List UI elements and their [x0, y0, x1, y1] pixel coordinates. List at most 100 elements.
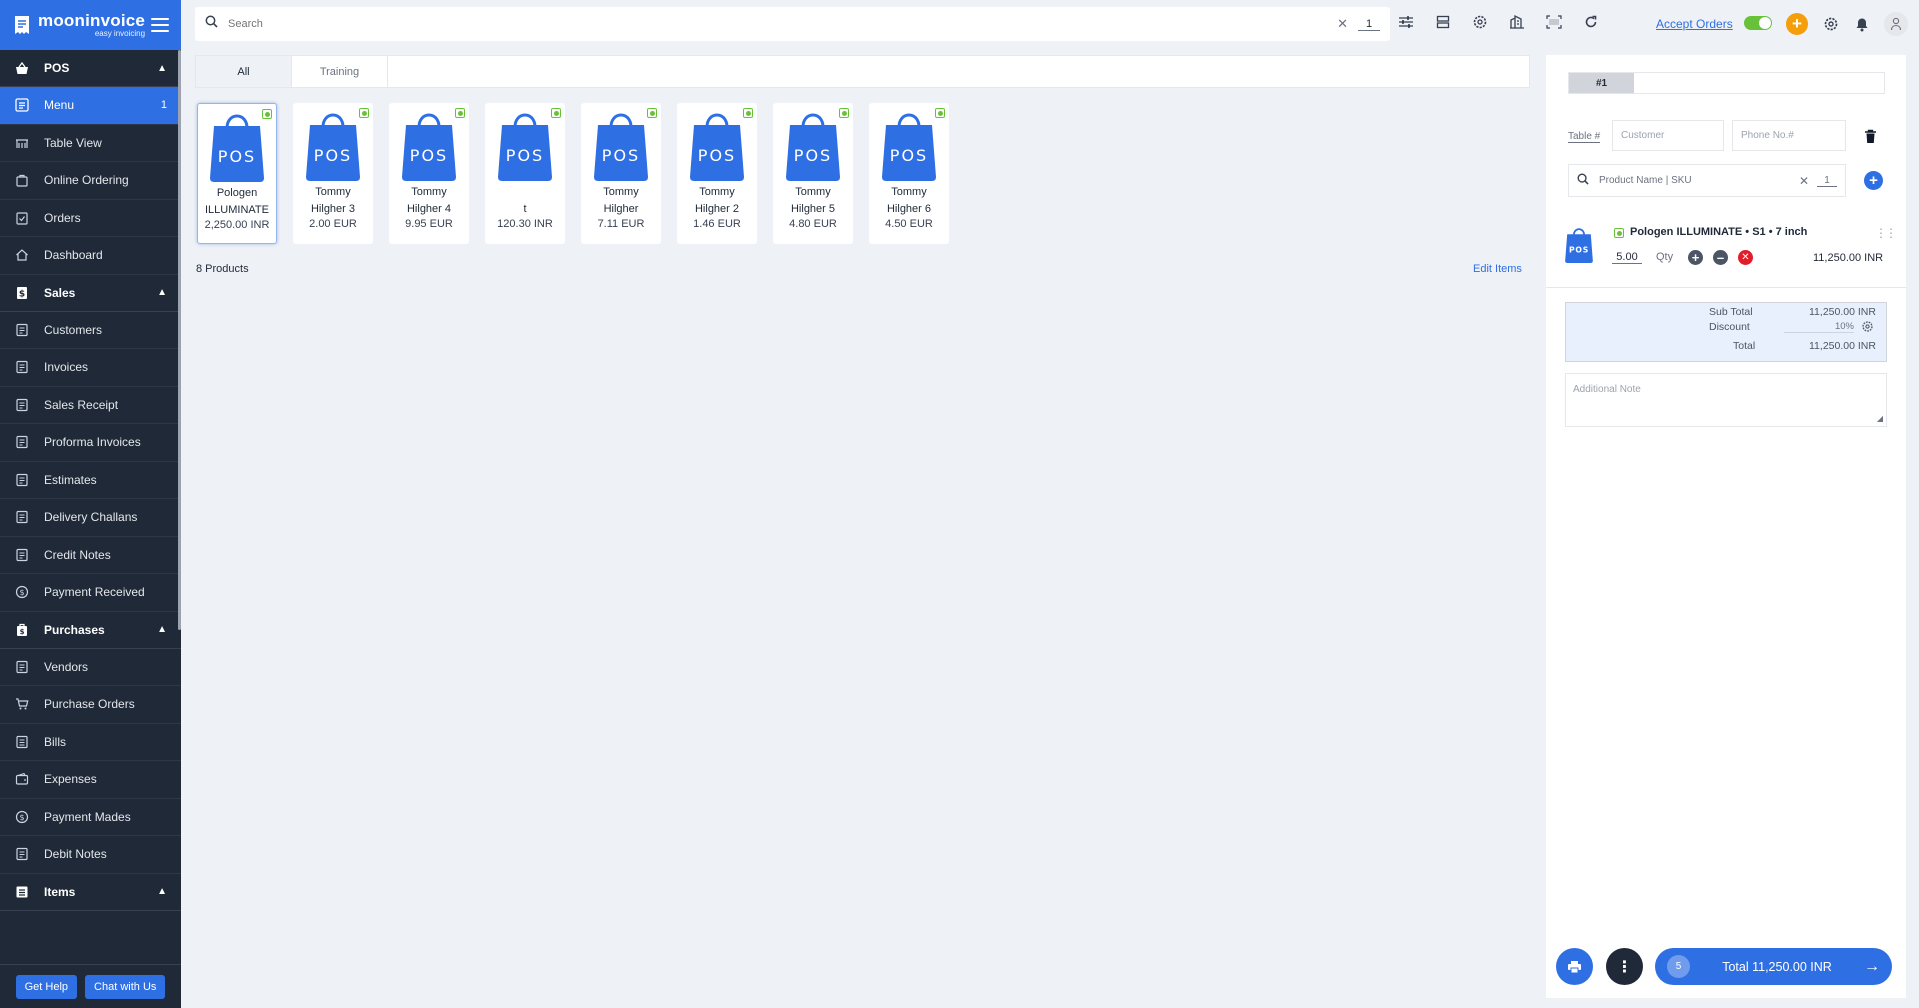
sidebar-item-sales-receipt[interactable]: Sales Receipt [0, 387, 181, 424]
search-qty-field[interactable]: 1 [1358, 18, 1380, 31]
product-search-field: Product Name | SKU ✕ 1 [1568, 164, 1846, 197]
sidebar: mooninvoice easy invoicing POS ▲ Menu 1 … [0, 0, 181, 1008]
nav-section-items[interactable]: Items ▲ [0, 874, 181, 911]
clear-search-icon[interactable]: ✕ [1337, 16, 1348, 32]
menu-icon [14, 97, 30, 113]
order-number-tab[interactable]: #1 [1569, 73, 1634, 93]
checkout-total-button[interactable]: 5 Total 11,250.00 INR → [1655, 948, 1892, 985]
product-name-line2: Hilgher 3 [310, 203, 356, 215]
product-name-line1: Tommy [315, 186, 351, 198]
bell-icon[interactable] [1852, 14, 1872, 34]
order-number-tabs: #1 [1568, 72, 1885, 94]
search-input[interactable] [228, 18, 1338, 30]
phone-field[interactable]: Phone No.# [1732, 120, 1846, 151]
app-logo[interactable]: mooninvoice easy invoicing [0, 0, 181, 50]
invoices-icon [14, 359, 30, 375]
nav-section-sales[interactable]: $ Sales ▲ [0, 275, 181, 312]
accept-orders-link[interactable]: Accept Orders [1656, 17, 1733, 31]
online-ordering-icon [14, 172, 30, 188]
sidebar-item-debit-notes[interactable]: Debit Notes [0, 836, 181, 874]
settings-gear-icon[interactable] [1821, 14, 1841, 34]
chat-with-us-button[interactable]: Chat with Us [85, 974, 166, 999]
resize-grip-icon[interactable]: ◢ [1877, 414, 1883, 423]
print-button[interactable] [1556, 948, 1593, 985]
edit-items-link[interactable]: Edit Items [1473, 263, 1522, 275]
nav-section-label: Items [44, 884, 76, 899]
sidebar-item-invoices[interactable]: Invoices [0, 349, 181, 387]
sidebar-item-purchase-orders[interactable]: Purchase Orders [0, 686, 181, 724]
sidebar-scrollbar[interactable] [178, 50, 181, 630]
product-card[interactable]: POS Tommy Hilgher 2 1.46 EUR [677, 103, 757, 244]
accept-orders-toggle[interactable] [1744, 16, 1772, 30]
sidebar-item-bills[interactable]: Bills [0, 724, 181, 761]
product-card[interactable]: POS Tommy Hilgher 3 2.00 EUR [293, 103, 373, 244]
sidebar-item-payment-mades[interactable]: $ Payment Mades [0, 799, 181, 836]
basket-icon [14, 60, 30, 76]
sidebar-item-delivery-challans[interactable]: Delivery Challans [0, 499, 181, 537]
remove-item-button[interactable]: ✕ [1738, 250, 1753, 265]
layout-rows-icon[interactable] [1433, 12, 1453, 32]
sidebar-item-table-view[interactable]: Table View [0, 125, 181, 162]
product-card[interactable]: POS Tommy Hilgher 4 9.95 EUR [389, 103, 469, 244]
more-options-button[interactable]: ⋮ [1606, 948, 1643, 985]
chevron-up-icon[interactable]: ▲ [157, 886, 167, 897]
line-item-qty-field[interactable]: 5.00 [1612, 251, 1642, 264]
sidebar-item-label: Online Ordering [44, 173, 129, 188]
clear-product-search-icon[interactable]: ✕ [1799, 174, 1809, 188]
sidebar-item-label: Payment Mades [44, 809, 131, 824]
drag-handle-icon[interactable]: ⋮⋮ [1875, 226, 1897, 240]
product-search-input[interactable]: Product Name | SKU [1599, 175, 1799, 186]
sidebar-item-dashboard[interactable]: Dashboard [0, 237, 181, 275]
trash-icon[interactable] [1864, 129, 1877, 149]
sidebar-item-estimates[interactable]: Estimates [0, 462, 181, 499]
chevron-up-icon[interactable]: ▲ [157, 63, 167, 74]
product-name-line1: Tommy [411, 186, 447, 198]
sidebar-item-orders[interactable]: Orders [0, 200, 181, 237]
payment-received-icon: $ [14, 584, 30, 600]
product-qty-field[interactable]: 1 [1817, 175, 1837, 187]
discount-settings-icon[interactable] [1861, 320, 1874, 333]
product-name-line2: Hilgher 2 [694, 203, 740, 215]
table-number-field[interactable]: Table # [1568, 131, 1601, 143]
sidebar-item-proforma-invoices[interactable]: Proforma Invoices [0, 424, 181, 462]
decrease-qty-button[interactable]: – [1713, 250, 1728, 265]
additional-note-field[interactable]: Additional Note ◢ [1565, 373, 1887, 427]
sidebar-item-customers[interactable]: Customers [0, 312, 181, 349]
user-avatar[interactable] [1884, 12, 1908, 36]
estimates-icon [14, 472, 30, 488]
add-new-button[interactable]: + [1786, 13, 1808, 35]
product-card[interactable]: POS Tommy Hilgher 7.11 EUR [581, 103, 661, 244]
sidebar-item-vendors[interactable]: Vendors [0, 649, 181, 686]
tab-all[interactable]: All [196, 56, 292, 87]
sidebar-item-label: Dashboard [44, 248, 103, 263]
add-product-button[interactable]: + [1864, 171, 1883, 190]
discount-field[interactable]: 10% [1784, 321, 1854, 333]
product-card[interactable]: POS t 120.30 INR [485, 103, 565, 244]
product-card[interactable]: POS Pologen ILLUMINATE 2,250.00 INR [197, 103, 277, 244]
increase-qty-button[interactable]: + [1688, 250, 1703, 265]
product-card[interactable]: POS Tommy Hilgher 5 4.80 EUR [773, 103, 853, 244]
sidebar-item-menu[interactable]: Menu 1 [0, 87, 181, 125]
hamburger-menu-icon[interactable] [151, 18, 169, 32]
sidebar-item-expenses[interactable]: Expenses [0, 761, 181, 799]
nav-section-pos[interactable]: POS ▲ [0, 50, 181, 87]
nav-section-purchases[interactable]: $ Purchases ▲ [0, 612, 181, 649]
sidebar-item-payment-received[interactable]: $ Payment Received [0, 574, 181, 612]
vendors-icon [14, 659, 30, 675]
barcode-scan-icon[interactable] [1544, 12, 1564, 32]
filter-sliders-icon[interactable] [1396, 12, 1416, 32]
chevron-up-icon[interactable]: ▲ [157, 624, 167, 635]
product-price: 1.46 EUR [693, 218, 741, 230]
refresh-icon[interactable] [1581, 12, 1601, 32]
gear-settings-icon[interactable] [1470, 12, 1490, 32]
sidebar-item-credit-notes[interactable]: Credit Notes [0, 537, 181, 574]
product-card[interactable]: POS Tommy Hilgher 6 4.50 EUR [869, 103, 949, 244]
customer-field[interactable]: Customer [1612, 120, 1724, 151]
sidebar-item-label: Bills [44, 734, 67, 749]
chevron-up-icon[interactable]: ▲ [157, 287, 167, 298]
tab-training[interactable]: Training [292, 56, 388, 87]
building-chart-icon[interactable] [1507, 12, 1527, 32]
get-help-button[interactable]: Get Help [15, 974, 78, 999]
product-name-line2: Hilgher [603, 203, 639, 215]
sidebar-item-online-ordering[interactable]: Online Ordering [0, 162, 181, 200]
